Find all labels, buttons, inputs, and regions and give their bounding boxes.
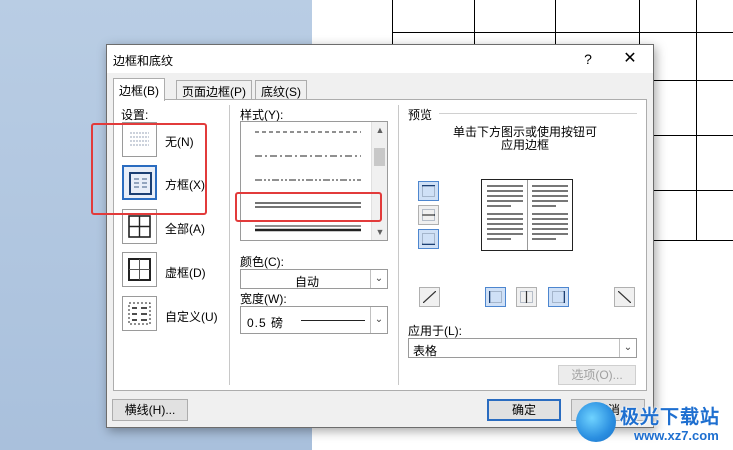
preview-text-line xyxy=(532,223,568,225)
width-dropdown[interactable]: 0.5 磅 ⌄ xyxy=(240,306,388,334)
preview-text-line xyxy=(532,185,568,187)
close-button[interactable]: ✕ xyxy=(615,48,645,70)
width-line-sample xyxy=(301,320,365,321)
border-inside-vertical-button[interactable] xyxy=(516,287,537,307)
preview-text-line xyxy=(532,233,568,235)
scroll-thumb[interactable] xyxy=(374,148,385,166)
apply-to-dropdown[interactable]: 表格 ⌄ xyxy=(408,338,637,358)
color-dropdown[interactable]: 自动 ⌄ xyxy=(240,269,388,289)
scroll-up-icon[interactable]: ▲ xyxy=(372,122,388,138)
setting-custom-label[interactable]: 自定义(U) xyxy=(165,308,218,325)
annotation-box-setting xyxy=(91,123,207,215)
chevron-down-icon[interactable]: ⌄ xyxy=(619,339,636,357)
annotation-box-style xyxy=(235,192,382,222)
preview-text-line xyxy=(532,238,556,240)
setting-all-label[interactable]: 全部(A) xyxy=(165,220,205,237)
width-label: 宽度(W): xyxy=(240,292,287,306)
chevron-down-icon[interactable]: ⌄ xyxy=(370,307,387,333)
tab-page-borders[interactable]: 页面边框(P) xyxy=(176,80,252,100)
apply-to-value: 表格 xyxy=(413,344,438,358)
color-label: 颜色(C): xyxy=(240,255,284,269)
preview-text-line xyxy=(532,228,568,230)
dialog-titlebar: 边框和底纹 ? ✕ xyxy=(107,45,653,73)
site-watermark: 极光下载站 www.xz7.com xyxy=(576,400,733,450)
style-listbox[interactable]: ▲ ▼ xyxy=(240,121,388,241)
preview-text-line xyxy=(487,223,523,225)
preview-text-line xyxy=(487,185,523,187)
preview-text-line xyxy=(487,190,523,192)
setting-grid-label[interactable]: 虚框(D) xyxy=(165,264,206,281)
watermark-name: 极光下载站 xyxy=(620,407,721,428)
preview-text-line xyxy=(487,228,523,230)
preview-text-line xyxy=(487,218,523,220)
watermark-logo-icon xyxy=(576,402,616,442)
settings-label: 设置: xyxy=(121,108,149,122)
tab-shading[interactable]: 底纹(S) xyxy=(255,80,307,100)
preview-text-line xyxy=(532,218,568,220)
preview-hint-line2: 应用边框 xyxy=(501,138,550,152)
color-value: 自动 xyxy=(295,275,320,289)
column-divider xyxy=(229,105,230,385)
preview-rule xyxy=(439,113,637,114)
border-bottom-button[interactable] xyxy=(418,229,439,249)
preview-text-line xyxy=(487,233,523,235)
ok-button[interactable]: 确定 xyxy=(487,399,561,421)
preview-table[interactable] xyxy=(481,179,573,251)
preview-text-line xyxy=(487,200,523,202)
preview-text-line xyxy=(532,200,568,202)
setting-grid-icon[interactable] xyxy=(122,252,157,287)
preview-text-line xyxy=(532,195,568,197)
preview-label: 预览 xyxy=(408,108,433,122)
preview-text-line xyxy=(532,213,568,215)
preview-text-line xyxy=(487,195,523,197)
border-inside-horizontal-button[interactable] xyxy=(418,205,439,225)
apply-to-label: 应用于(L): xyxy=(408,324,463,338)
style-lines[interactable] xyxy=(241,122,371,240)
style-scrollbar[interactable]: ▲ ▼ xyxy=(371,122,387,240)
horizontal-line-button[interactable]: 横线(H)... xyxy=(112,399,188,421)
border-right-button[interactable] xyxy=(548,287,569,307)
options-button[interactable]: 选项(O)... xyxy=(558,365,636,385)
help-button[interactable]: ? xyxy=(577,48,599,70)
diagonal-down-button[interactable] xyxy=(419,287,440,307)
borders-and-shading-dialog: 边框和底纹 ? ✕ 边框(B) 页面边框(P) 底纹(S) 设置: 无(N) 方… xyxy=(106,44,654,428)
column-divider xyxy=(398,105,399,385)
border-top-button[interactable] xyxy=(418,181,439,201)
width-value: 0.5 磅 xyxy=(247,316,285,330)
preview-text-line xyxy=(532,190,568,192)
preview-text-line xyxy=(487,238,511,240)
border-left-button[interactable] xyxy=(485,287,506,307)
setting-custom-icon[interactable] xyxy=(122,296,157,331)
preview-text-line xyxy=(487,213,523,215)
preview-text-line xyxy=(487,205,511,207)
chevron-down-icon[interactable]: ⌄ xyxy=(370,270,387,288)
scroll-down-icon[interactable]: ▼ xyxy=(372,224,388,240)
preview-center-line xyxy=(527,180,528,250)
diagonal-up-button[interactable] xyxy=(614,287,635,307)
watermark-url: www.xz7.com xyxy=(634,428,719,443)
dialog-title: 边框和底纹 xyxy=(113,54,174,68)
tab-borders[interactable]: 边框(B) xyxy=(113,78,165,101)
preview-text-line xyxy=(532,205,556,207)
